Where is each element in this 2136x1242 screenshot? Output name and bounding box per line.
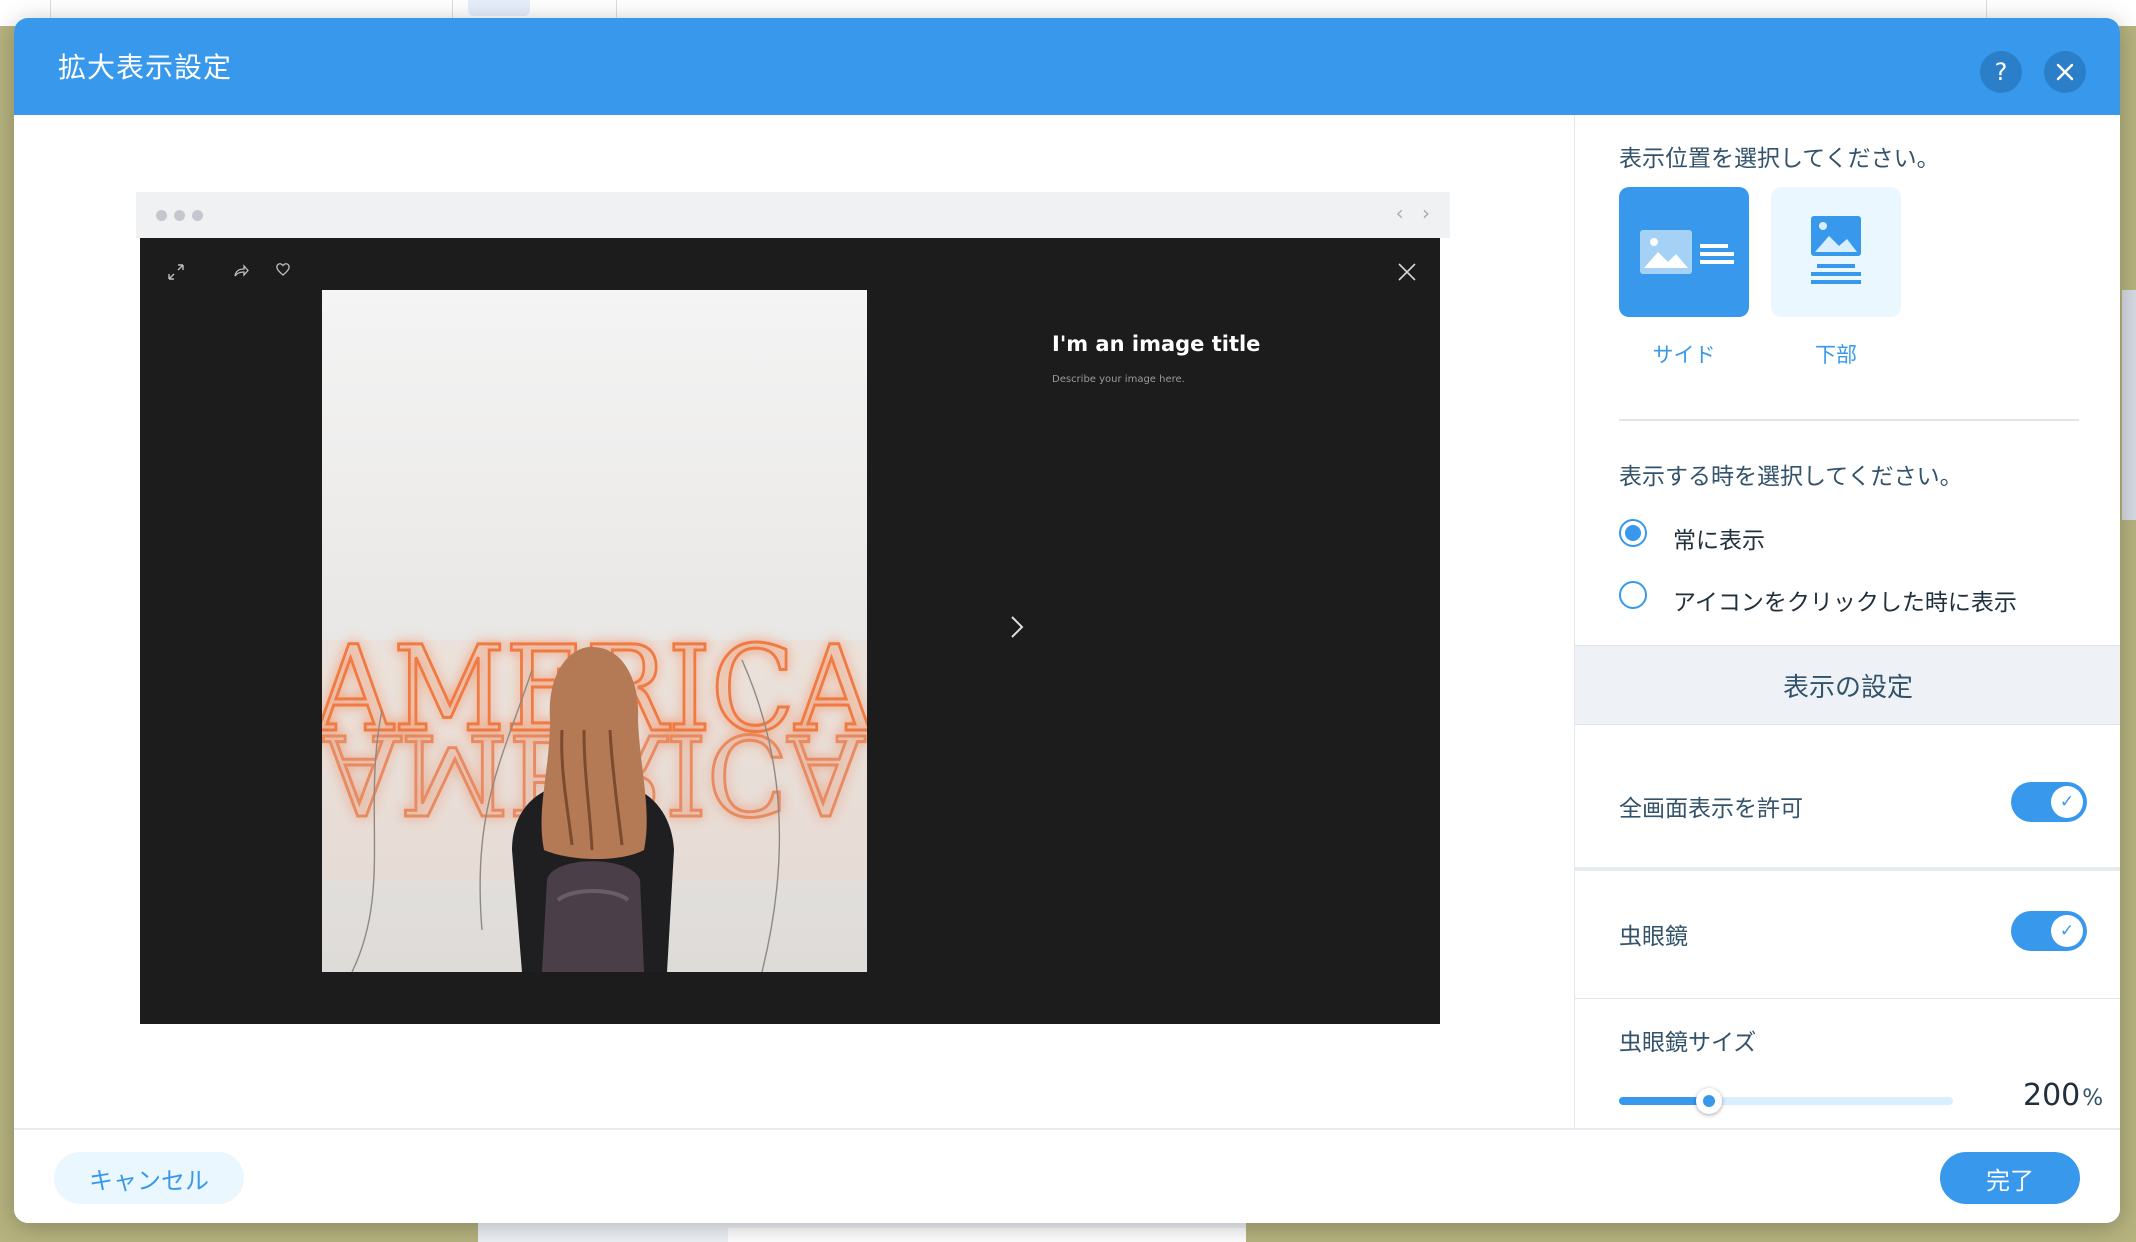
preview-photo: AMERICA AMERICA — [322, 290, 867, 972]
magnifier-size-slider[interactable] — [1619, 1088, 1953, 1114]
help-icon: ? — [1994, 58, 2008, 86]
radio-show-on-click-label: アイコンをクリックした時に表示 — [1673, 590, 2017, 616]
window-dot — [156, 210, 167, 221]
magnifier-size-number: 200 — [2023, 1078, 2081, 1113]
done-button[interactable]: 完了 — [1940, 1152, 2080, 1204]
position-side-label: サイド — [1652, 343, 1716, 367]
magnifier-size-value: 200% — [2023, 1078, 2103, 1113]
editor-top-tab[interactable] — [468, 0, 530, 16]
editor-bottom-panel-inner — [728, 1228, 1246, 1242]
magnifier-size-label: 虫眼鏡サイズ — [1619, 1030, 1757, 1056]
check-icon: ✓ — [2051, 786, 2083, 818]
dialog-title: 拡大表示設定 — [58, 51, 233, 84]
radio-always-show-label: 常に表示 — [1673, 528, 1765, 554]
section-divider — [1575, 867, 2120, 871]
browser-bar: ‹ › — [136, 192, 1450, 238]
layout-side-icon — [1640, 230, 1734, 274]
magnifier-label: 虫眼鏡 — [1619, 924, 1688, 950]
window-dot — [174, 210, 185, 221]
position-side-option[interactable] — [1619, 187, 1749, 317]
position-bottom-option[interactable] — [1771, 187, 1901, 317]
magnifier-toggle[interactable]: ✓ — [2011, 911, 2087, 951]
dialog-header: 拡大表示設定 ? — [14, 18, 2120, 115]
expand-icon — [166, 262, 186, 286]
browser-nav-arrows-icon: ‹ › — [1395, 201, 1436, 225]
position-prompt: 表示位置を選択してください。 — [1619, 146, 1940, 172]
lightbox-preview: AMERICA AMERICA I'm an image title Descr… — [140, 238, 1440, 1024]
radio-show-on-click[interactable] — [1619, 581, 1647, 609]
fullscreen-label: 全画面表示を許可 — [1619, 796, 1803, 822]
heart-icon — [274, 260, 292, 282]
close-icon — [2056, 63, 2074, 81]
image-title: I'm an image title — [1052, 332, 1261, 356]
preview-area: ‹ › I'm an image title Describe your ima… — [14, 115, 1574, 1128]
expand-settings-dialog: 拡大表示設定 ? ‹ › I'm an image title Describe… — [14, 18, 2120, 1223]
lightbox-close-icon — [1396, 260, 1418, 290]
help-button[interactable]: ? — [1980, 51, 2022, 93]
next-image-icon — [1008, 613, 1026, 648]
slider-handle[interactable] — [1696, 1088, 1723, 1114]
close-button[interactable] — [2044, 51, 2086, 93]
position-bottom-label: 下部 — [1815, 343, 1857, 367]
share-icon — [232, 262, 250, 284]
editor-right-strip — [2122, 290, 2136, 520]
fullscreen-toggle[interactable]: ✓ — [2011, 782, 2087, 822]
radio-always-show[interactable] — [1619, 519, 1647, 547]
cancel-button[interactable]: キャンセル — [54, 1152, 244, 1204]
layout-bottom-icon — [1811, 216, 1861, 284]
section-divider — [1619, 419, 2079, 421]
dialog-footer: キャンセル 完了 — [14, 1128, 2120, 1223]
section-divider — [1575, 998, 2120, 999]
show-prompt: 表示する時を選択してください。 — [1619, 464, 1963, 490]
magnifier-size-unit: % — [2082, 1086, 2104, 1111]
check-icon: ✓ — [2051, 915, 2083, 947]
display-settings-header: 表示の設定 — [1575, 645, 2120, 725]
image-description: Describe your image here. — [1052, 374, 1185, 385]
settings-panel: 表示位置を選択してください。 サイド 下部 表示する時を選択してください。 常に… — [1574, 115, 2120, 1128]
window-dot — [192, 210, 203, 221]
